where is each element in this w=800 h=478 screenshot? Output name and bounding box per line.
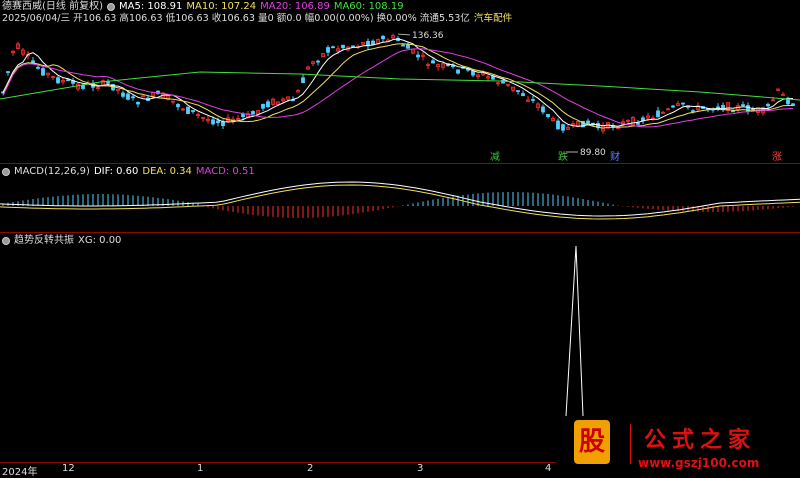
ma60-line (0, 71, 800, 101)
event-marker: 减 (490, 151, 500, 163)
watermark: 股 公式之家 www.gszj100.com (556, 418, 800, 476)
candle-body (341, 44, 345, 49)
candle-body (301, 77, 305, 84)
candle-body (406, 44, 410, 49)
ma60-label: MA60: 108.19 (333, 1, 404, 12)
macd-dif: DIF: 0.60 (93, 166, 139, 177)
candle-body (556, 120, 560, 130)
macd-settings-icon[interactable] (2, 168, 10, 176)
candle-body (186, 106, 190, 114)
candle-body (331, 46, 335, 49)
dif-line (0, 181, 800, 217)
candle-body (416, 54, 420, 58)
candle-body (126, 93, 130, 100)
candle-body (546, 113, 550, 118)
x-axis-label: 4 (545, 463, 552, 474)
panel-divider (0, 163, 800, 164)
event-marker: 涨 (772, 151, 782, 163)
candle-body (691, 110, 695, 113)
candle-body (251, 111, 255, 115)
candle-body (521, 93, 525, 97)
candle-body (216, 120, 220, 123)
candle-body (136, 101, 140, 105)
ma5-label: MA5: 108.91 (118, 1, 183, 12)
candle-body (671, 105, 675, 108)
macd-title[interactable]: MACD(12,26,9) (14, 166, 90, 178)
candle-body (541, 106, 545, 113)
candle-body (561, 124, 565, 131)
event-marker: 财 (610, 150, 620, 163)
candle-body (326, 47, 330, 53)
watermark-url: www.gszj100.com (638, 456, 760, 470)
candle-body (121, 92, 125, 97)
candle-body (431, 60, 435, 64)
candle-body (176, 104, 180, 108)
candle-body (471, 70, 475, 76)
candle-body (241, 113, 245, 118)
candle-body (36, 66, 40, 69)
x-axis-label: 3 (417, 463, 424, 474)
candle-body (516, 90, 520, 92)
candle-body (656, 110, 660, 118)
candle-body (636, 122, 640, 125)
candle-body (381, 35, 385, 40)
high-price-label: 136.36 (412, 31, 444, 41)
candle-body (401, 44, 405, 47)
candle-body (261, 103, 265, 109)
watermark-title: 公式之家 (644, 427, 757, 453)
ma10-label: MA10: 107.24 (186, 1, 257, 12)
settings-circle-icon[interactable] (106, 3, 115, 11)
candle-body (6, 71, 10, 73)
ma20-label: MA20: 106.89 (260, 1, 330, 12)
candle-body (191, 110, 195, 112)
candle-body (106, 81, 110, 84)
macd-value: MACD: 0.51 (195, 166, 255, 177)
candle-body (741, 104, 745, 107)
high-pointer (397, 33, 411, 36)
candle-body (56, 77, 60, 84)
ma10-line (2, 43, 793, 129)
candle-body (586, 120, 590, 125)
xg-signal-spike (565, 246, 584, 417)
low-price-label: 89.80 (580, 148, 606, 158)
candle-body (131, 96, 135, 99)
candle-body (456, 69, 460, 74)
candle-body (266, 101, 270, 108)
candle-body (731, 110, 735, 113)
candle-body (221, 121, 225, 127)
candle-body (371, 40, 375, 45)
candle-body (351, 45, 355, 48)
macd-dea: DEA: 0.34 (142, 166, 192, 177)
dea-line (0, 184, 800, 220)
watermark-separator (630, 424, 631, 464)
x-axis-label: 12 (62, 463, 75, 474)
watermark-badge: 股 (574, 420, 610, 464)
xg-settings-icon[interactable] (2, 237, 10, 245)
x-axis-label: 1 (197, 463, 204, 474)
event-marker: 跌 (558, 150, 568, 163)
candle-body (81, 84, 85, 89)
candle-body (41, 68, 45, 76)
candle-body (531, 99, 535, 101)
candle-body (211, 119, 215, 125)
panel-divider (0, 232, 800, 233)
candle-body (681, 102, 685, 105)
candle-body (316, 60, 320, 63)
macd-header: MACD(12,26,9) DIF: 0.60 DEA: 0.34 MACD: … (2, 166, 255, 178)
stock-title[interactable]: 德赛西威(日线 前复权) (2, 1, 103, 13)
macd-chart[interactable] (0, 178, 800, 232)
x-axis-label: 2 (307, 463, 314, 474)
price-chart[interactable]: 136.36 89.80 减 跌 财 涨 (0, 24, 800, 164)
chart-header: 德赛西威(日线 前复权) MA5: 108.91 MA10: 107.24 MA… (2, 1, 404, 13)
candle-body (66, 79, 70, 82)
candle-body (766, 103, 770, 107)
